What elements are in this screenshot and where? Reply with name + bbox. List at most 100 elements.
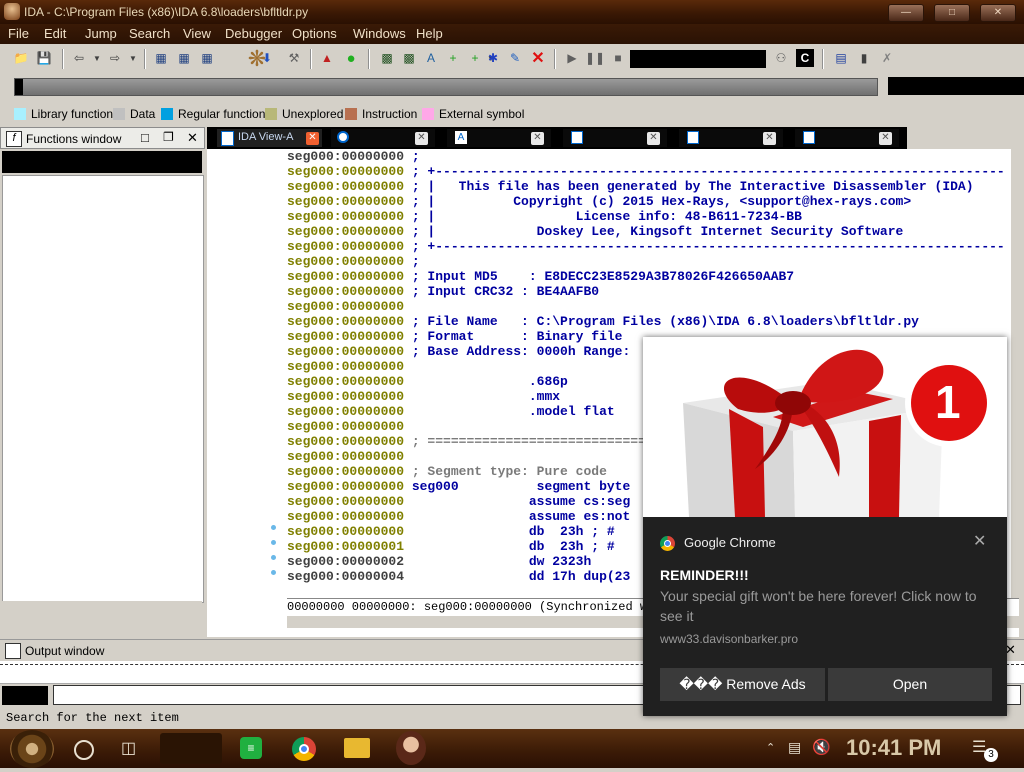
chevron-down-icon[interactable]: ▼ (124, 49, 142, 67)
ida-taskbar-icon[interactable] (396, 731, 426, 765)
open-folder-icon[interactable]: 📁 (12, 49, 30, 67)
warning-triangle-icon[interactable]: ▲ (318, 49, 336, 67)
arrow-dot (271, 570, 276, 575)
patch-icon[interactable]: ✎ (506, 49, 524, 67)
close-window-button[interactable]: ✕ (980, 4, 1016, 22)
play-icon[interactable]: ▶ (563, 49, 581, 67)
binoculars-binary-icon[interactable]: ▦ (198, 49, 216, 67)
menu-debugger[interactable]: Debugger (225, 26, 282, 41)
stop-icon[interactable]: ■ (609, 49, 627, 67)
menu-view[interactable]: View (183, 26, 211, 41)
data-icon[interactable]: ▩ (400, 49, 418, 67)
code-line[interactable]: seg000:00000000 ; +---------------------… (287, 239, 1007, 254)
chevron-down-icon[interactable]: ▼ (88, 49, 106, 67)
back-arrow-icon[interactable]: ⇦ (70, 49, 88, 67)
remove-ads-button[interactable]: ��� Remove Ads (660, 668, 825, 701)
delete-x-icon[interactable]: ✕ (529, 49, 547, 67)
close-icon[interactable]: ✕ (647, 132, 660, 145)
chrome-taskbar-icon[interactable] (292, 737, 316, 761)
functions-list[interactable] (2, 175, 204, 603)
exports-icon (803, 131, 815, 144)
close-icon[interactable]: ✕ (531, 132, 544, 145)
restore-icon[interactable]: □ (141, 130, 149, 145)
functions-scrollbar[interactable] (2, 601, 202, 611)
tab-imports[interactable]: ✕ (679, 129, 783, 147)
line-address: seg000:00000000 (287, 434, 405, 449)
code-line[interactable]: seg000:00000000 ; | Copyright (c) 2015 H… (287, 194, 1007, 209)
legend-library-function: Library function (14, 107, 113, 121)
maximize-button[interactable]: □ (934, 4, 970, 22)
line-address: seg000:00000000 (287, 509, 405, 524)
close-icon[interactable]: ✕ (306, 132, 319, 145)
line-text: assume cs:seg (404, 494, 631, 509)
vertical-scrollbar[interactable] (1011, 149, 1019, 599)
breakpoint-icon[interactable]: ▮ (855, 49, 873, 67)
task-view-icon[interactable]: ◫ (121, 738, 139, 757)
attach-icon[interactable]: ⚇ (772, 49, 790, 67)
wrench-icon[interactable]: ⚒ (285, 49, 303, 67)
close-icon[interactable]: ✕ (973, 531, 986, 551)
tab-ida-view-a[interactable]: IDA View-A ✕ (217, 129, 322, 147)
functions-column-header[interactable] (2, 151, 202, 173)
legend-external-symbol: External symbol (422, 107, 524, 121)
python-select-button[interactable] (2, 686, 48, 705)
download-arrow-icon[interactable]: ⬇ (258, 49, 276, 67)
menu-help[interactable]: Help (416, 26, 443, 41)
code-line[interactable]: seg000:00000000 ; | This file has been g… (287, 179, 1007, 194)
open-button[interactable]: Open (828, 668, 992, 701)
tab-exports[interactable]: ✕ (795, 129, 899, 147)
menu-options[interactable]: Options (292, 26, 337, 41)
menu-edit[interactable]: Edit (44, 26, 66, 41)
start-button[interactable] (10, 730, 54, 768)
code-line[interactable]: seg000:00000000 ; +---------------------… (287, 164, 1007, 179)
add-struct-icon[interactable]: + (444, 49, 462, 67)
save-icon[interactable]: 💾 (35, 49, 53, 67)
pause-icon[interactable]: ❚❚ (585, 49, 605, 67)
tab-enums[interactable]: ✕ (563, 129, 667, 147)
close-icon[interactable]: ✕ (415, 132, 428, 145)
navigation-band[interactable] (14, 78, 878, 96)
taskbar-clock[interactable]: 10:41 PM (846, 735, 941, 761)
close-tool-icon[interactable]: ✗ (878, 49, 896, 67)
network-icon[interactable]: ▤ (788, 739, 801, 770)
float-icon[interactable]: ❐ (163, 130, 174, 144)
code-line[interactable]: seg000:00000000 ; | Doskey Lee, Kingsoft… (287, 224, 1007, 239)
segment-select[interactable] (888, 77, 1024, 95)
volume-muted-icon[interactable]: 🔇 (812, 738, 831, 769)
tab-hex-view[interactable]: ✕ (331, 129, 435, 147)
code-line[interactable]: seg000:00000000 ; | License info: 48-B61… (287, 209, 1007, 224)
file-explorer-icon[interactable] (344, 738, 370, 758)
properties-icon[interactable]: ▤ (832, 49, 850, 67)
close-icon[interactable]: ✕ (763, 132, 776, 145)
cortana-icon[interactable] (74, 740, 94, 760)
minimize-button[interactable]: — (888, 4, 924, 22)
legend-data: Data (113, 107, 155, 121)
chrome-notification[interactable]: 1 Google Chrome ✕ REMINDER!!! Your speci… (643, 337, 1007, 716)
line-address: seg000:00000000 (287, 329, 405, 344)
forward-arrow-icon[interactable]: ⇨ (106, 49, 124, 67)
code-line[interactable]: seg000:00000000 ; (287, 149, 1007, 164)
tab-structures[interactable]: A ✕ (447, 129, 551, 147)
debugger-select[interactable] (630, 50, 766, 68)
close-icon[interactable]: ✕ (879, 132, 892, 145)
code-line[interactable]: seg000:00000000 ; (287, 254, 1007, 269)
code-line[interactable]: seg000:00000000 (287, 299, 1007, 314)
asterisk-icon[interactable]: ✱ (484, 49, 502, 67)
binoculars-icon[interactable]: ▦ (152, 49, 170, 67)
menu-search[interactable]: Search (129, 26, 170, 41)
ascii-icon[interactable]: A (422, 49, 440, 67)
binoculars-text-icon[interactable]: ▦ (175, 49, 193, 67)
menu-windows[interactable]: Windows (353, 26, 406, 41)
menu-jump[interactable]: Jump (85, 26, 117, 41)
code-line[interactable]: seg000:00000000 ; Input CRC32 : BE4AAFB0 (287, 284, 1007, 299)
cpu-icon[interactable]: C (796, 49, 814, 67)
code-line[interactable]: seg000:00000000 ; Input MD5 : E8DECC23E8… (287, 269, 1007, 284)
close-icon[interactable]: ✕ (187, 130, 198, 146)
menu-file[interactable]: File (8, 26, 29, 41)
code-icon[interactable]: ▩ (378, 49, 396, 67)
chevron-up-icon[interactable]: ⌃ (766, 741, 775, 772)
taskbar-app-slot[interactable] (160, 733, 222, 764)
green-circle-icon[interactable]: ● (342, 49, 360, 67)
chat-app-icon[interactable]: ≡ (240, 737, 262, 759)
code-line[interactable]: seg000:00000000 ; File Name : C:\Program… (287, 314, 1007, 329)
